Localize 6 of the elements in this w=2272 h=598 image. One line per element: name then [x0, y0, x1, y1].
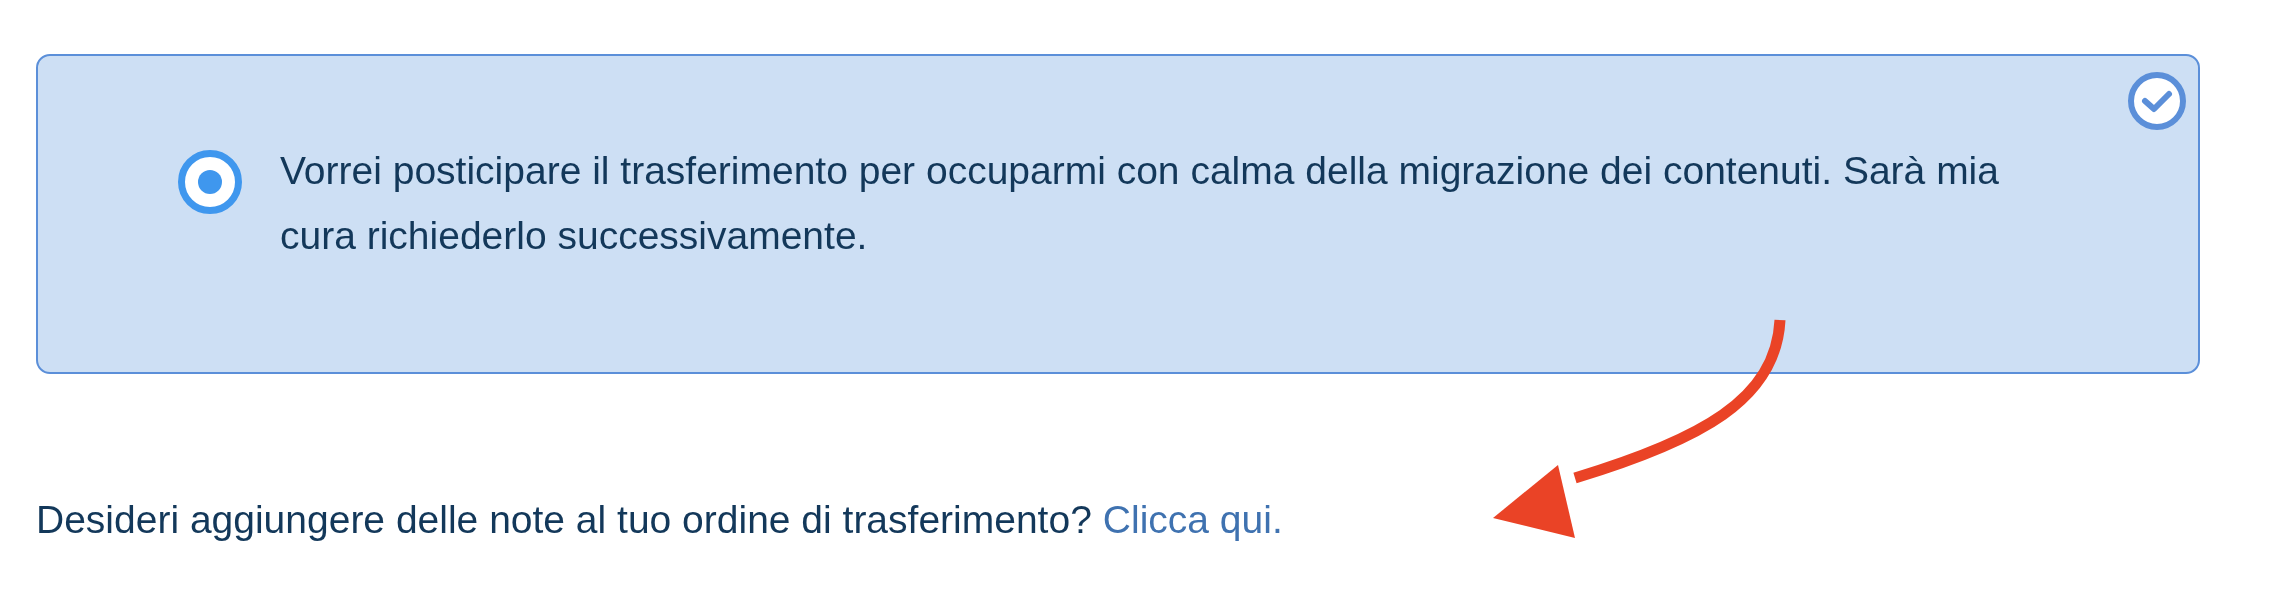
radio-button[interactable]: [178, 150, 242, 214]
click-here-link[interactable]: Clicca qui.: [1102, 498, 1283, 542]
note-prompt: Desideri aggiungere delle note al tuo ordine di trasferimento?: [36, 498, 1092, 542]
option-card[interactable]: Vorrei posticipare il trasferimento per occuparmi con calma della migrazione dei contenuti. Sarà mia cura richiederlo successivamente.: [36, 54, 2200, 374]
option-label: Vorrei posticipare il trasferimento per occuparmi con calma della migrazione dei contenuti. Sarà mia cura richiederlo successivamente.: [280, 148, 2000, 259]
check-circle-icon: [2126, 70, 2188, 132]
